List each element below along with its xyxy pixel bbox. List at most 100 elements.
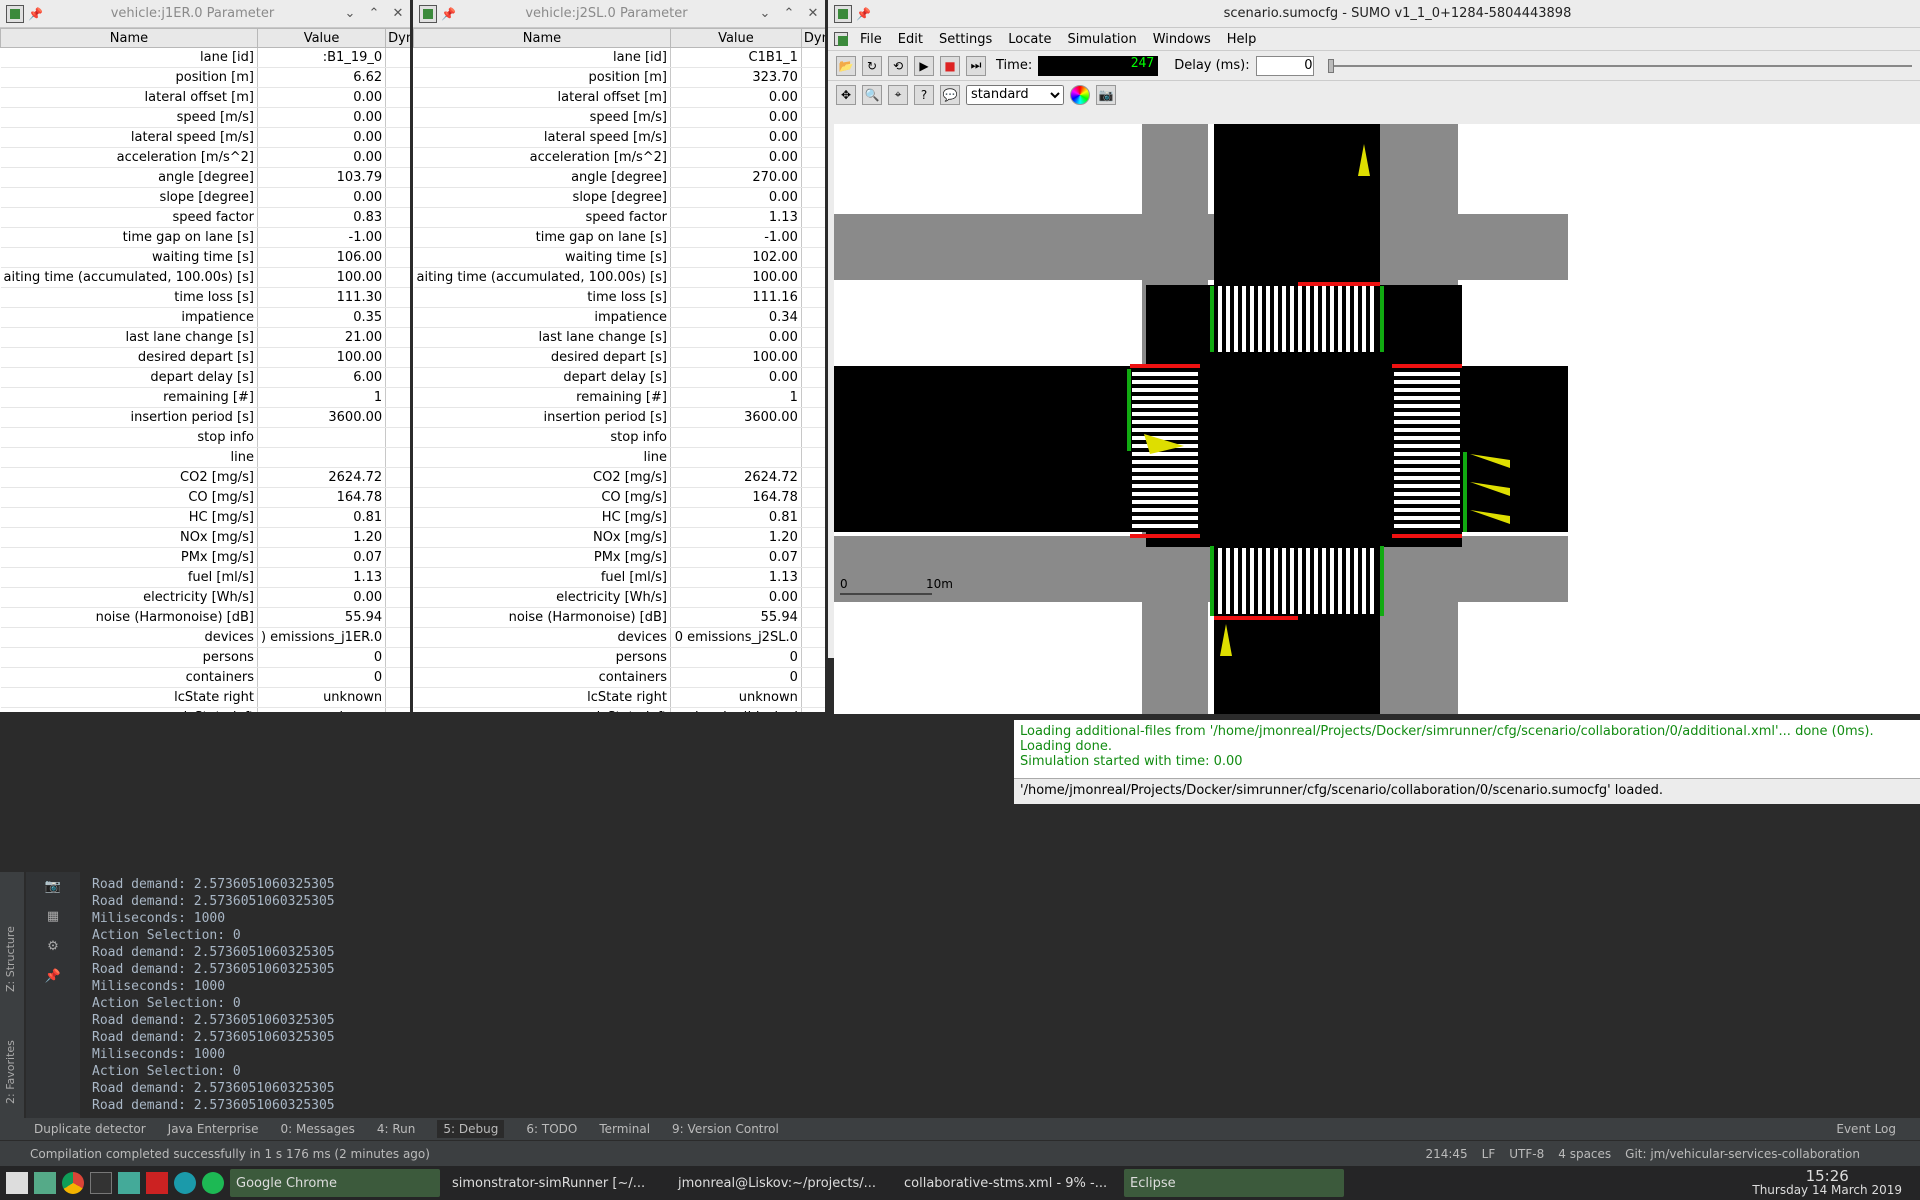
menu-simulation[interactable]: Simulation <box>1059 32 1144 47</box>
table-row[interactable]: time loss [s]111.16✓ <box>413 287 825 308</box>
table-row[interactable]: speed [m/s]0.00✓ <box>0 107 410 128</box>
screenshot-icon[interactable]: 📷 <box>1096 84 1116 105</box>
table-row[interactable]: lane [id]:B1_19_0✗ <box>0 47 410 68</box>
move-icon[interactable]: ✥ <box>836 84 856 105</box>
encoding[interactable]: UTF-8 <box>1509 1147 1544 1161</box>
table-row[interactable]: position [m]323.70✓ <box>413 67 825 88</box>
tab-version-control[interactable]: 9: Version Control <box>672 1122 779 1136</box>
favorites-tab[interactable]: 2: Favorites <box>4 1040 17 1104</box>
table-row[interactable]: lcState leftunknown✗ <box>0 707 410 712</box>
files-icon[interactable] <box>118 1172 140 1194</box>
menu-settings[interactable]: Settings <box>931 32 1000 47</box>
terminal-icon[interactable] <box>90 1172 112 1194</box>
table-row[interactable]: speed [m/s]0.00✓ <box>413 107 825 128</box>
chevron-down-icon[interactable]: ⌄ <box>338 6 362 21</box>
tab-duplicate-detector[interactable]: Duplicate detector <box>34 1122 146 1136</box>
table-row[interactable]: desired depart [s]100.00✗ <box>413 347 825 368</box>
open-folder-icon[interactable]: 📂 <box>836 55 856 76</box>
table-row[interactable]: CO2 [mg/s]2624.72✓ <box>413 467 825 488</box>
app-icon[interactable] <box>174 1172 196 1194</box>
color-wheel-icon[interactable] <box>1070 84 1090 105</box>
pin-icon[interactable]: 📌 <box>856 7 871 21</box>
table-row[interactable]: acceleration [m/s^2]0.00✓ <box>413 147 825 168</box>
table-row[interactable]: PMx [mg/s]0.07✓ <box>0 547 410 568</box>
table-row[interactable]: lcState rightunknown✗ <box>0 687 410 708</box>
table-row[interactable]: aiting time (accumulated, 100.00s) [s] 10… <box>0 267 410 288</box>
table-row[interactable]: devices) emissions_j1ER.0✗ <box>0 627 410 648</box>
table-row[interactable]: persons0✓ <box>0 647 410 668</box>
network-view[interactable]: 0 10m <box>834 124 1920 714</box>
indent[interactable]: 4 spaces <box>1558 1147 1611 1161</box>
camera-icon[interactable]: 📷 <box>26 872 80 902</box>
pin-icon[interactable]: 📌 <box>28 7 43 21</box>
play-icon[interactable]: ▶ <box>914 55 934 76</box>
close-icon[interactable]: ✕ <box>801 6 825 21</box>
table-row[interactable]: depart delay [s]0.00✗ <box>413 367 825 388</box>
table-row[interactable]: noise (Harmonoise) [dB]55.94✓ <box>0 607 410 628</box>
col-name[interactable]: Name <box>413 28 671 48</box>
table-row[interactable]: PMx [mg/s]0.07✓ <box>413 547 825 568</box>
chevron-up-icon[interactable]: ⌃ <box>777 6 801 21</box>
table-row[interactable]: last lane change [s]21.00✓ <box>0 327 410 348</box>
table-row[interactable]: stop info ✗ <box>0 427 410 448</box>
pin-icon[interactable]: 📌 <box>26 962 80 992</box>
table-row[interactable]: CO [mg/s]164.78✓ <box>0 487 410 508</box>
table-row[interactable]: lateral offset [m]0.00✓ <box>413 87 825 108</box>
table-row[interactable]: noise (Harmonoise) [dB]55.94✓ <box>413 607 825 628</box>
table-row[interactable]: angle [degree]270.00✓ <box>413 167 825 188</box>
table-row[interactable]: aiting time (accumulated, 100.00s) [s] 10… <box>413 267 825 288</box>
table-row[interactable]: HC [mg/s]0.81✓ <box>413 507 825 528</box>
desktop-icon[interactable] <box>34 1172 56 1194</box>
table-row[interactable]: waiting time [s]102.00✓ <box>413 247 825 268</box>
table-row[interactable]: NOx [mg/s]1.20✓ <box>413 527 825 548</box>
table-row[interactable]: lateral offset [m]0.00✓ <box>0 87 410 108</box>
table-row[interactable]: impatience0.35✓ <box>0 307 410 328</box>
table-row[interactable]: remaining [#]1✗ <box>413 387 825 408</box>
table-row[interactable]: devices0 emissions_j2SL.0✗ <box>413 627 825 648</box>
zoom-icon[interactable]: 🔍 <box>862 84 882 105</box>
table-row[interactable]: last lane change [s]0.00✓ <box>413 327 825 348</box>
table-row[interactable]: lane [id]C1B1_1✗ <box>413 47 825 68</box>
table-row[interactable]: desired depart [s]100.00✗ <box>0 347 410 368</box>
pin-icon[interactable]: 📌 <box>441 7 456 21</box>
tab-terminal[interactable]: Terminal <box>599 1122 650 1136</box>
table-row[interactable]: slope [degree]0.00✓ <box>0 187 410 208</box>
table-row[interactable]: NOx [mg/s]1.20✓ <box>0 527 410 548</box>
table-row[interactable]: time gap on lane [s]-1.00✓ <box>413 227 825 248</box>
delay-input[interactable] <box>1255 55 1314 76</box>
col-value[interactable]: Value <box>256 28 387 48</box>
start-menu-icon[interactable] <box>6 1172 28 1194</box>
menu-windows[interactable]: Windows <box>1145 32 1219 47</box>
structure-tab[interactable]: Z: Structure <box>4 926 17 992</box>
spotify-icon[interactable] <box>202 1172 224 1194</box>
table-row[interactable]: angle [degree]103.79✓ <box>0 167 410 188</box>
table-row[interactable]: containers0✓ <box>0 667 410 688</box>
table-row[interactable]: time loss [s]111.30✓ <box>0 287 410 308</box>
table-row[interactable]: impatience0.34✓ <box>413 307 825 328</box>
menu-edit[interactable]: Edit <box>890 32 931 47</box>
tooltip-icon[interactable]: 💬 <box>940 84 960 105</box>
table-row[interactable]: line ✗ <box>0 447 410 468</box>
step-icon[interactable]: ⏭ <box>966 55 986 76</box>
col-name[interactable]: Name <box>0 28 258 48</box>
table-row[interactable]: lateral speed [m/s]0.00✓ <box>413 127 825 148</box>
table-row[interactable]: line ✗ <box>413 447 825 468</box>
close-sim-icon[interactable]: ⟲ <box>888 55 908 76</box>
task-chrome[interactable]: Google Chrome <box>230 1169 440 1197</box>
tab-run[interactable]: 4: Run <box>377 1122 416 1136</box>
reload-icon[interactable]: ↻ <box>862 55 882 76</box>
run-console[interactable]: Road demand: 2.5736051060325305 Road dema… <box>92 876 1882 1118</box>
task-xml[interactable]: collaborative-stms.xml - 9% -... <box>898 1169 1118 1197</box>
col-value[interactable]: Value <box>669 28 802 48</box>
stop-icon[interactable]: ■ <box>940 55 960 76</box>
chrome-icon[interactable] <box>62 1172 84 1194</box>
table-row[interactable]: insertion period [s]3600.00✗ <box>0 407 410 428</box>
table-row[interactable]: persons0✓ <box>413 647 825 668</box>
table-row[interactable]: containers0✓ <box>413 667 825 688</box>
table-row[interactable]: acceleration [m/s^2]0.00✓ <box>0 147 410 168</box>
table-row[interactable]: speed factor0.83✗ <box>0 207 410 228</box>
table-row[interactable]: depart delay [s]6.00✗ <box>0 367 410 388</box>
chevron-up-icon[interactable]: ⌃ <box>362 6 386 21</box>
event-log-button[interactable]: Event Log <box>1836 1122 1896 1136</box>
table-row[interactable]: HC [mg/s]0.81✓ <box>0 507 410 528</box>
